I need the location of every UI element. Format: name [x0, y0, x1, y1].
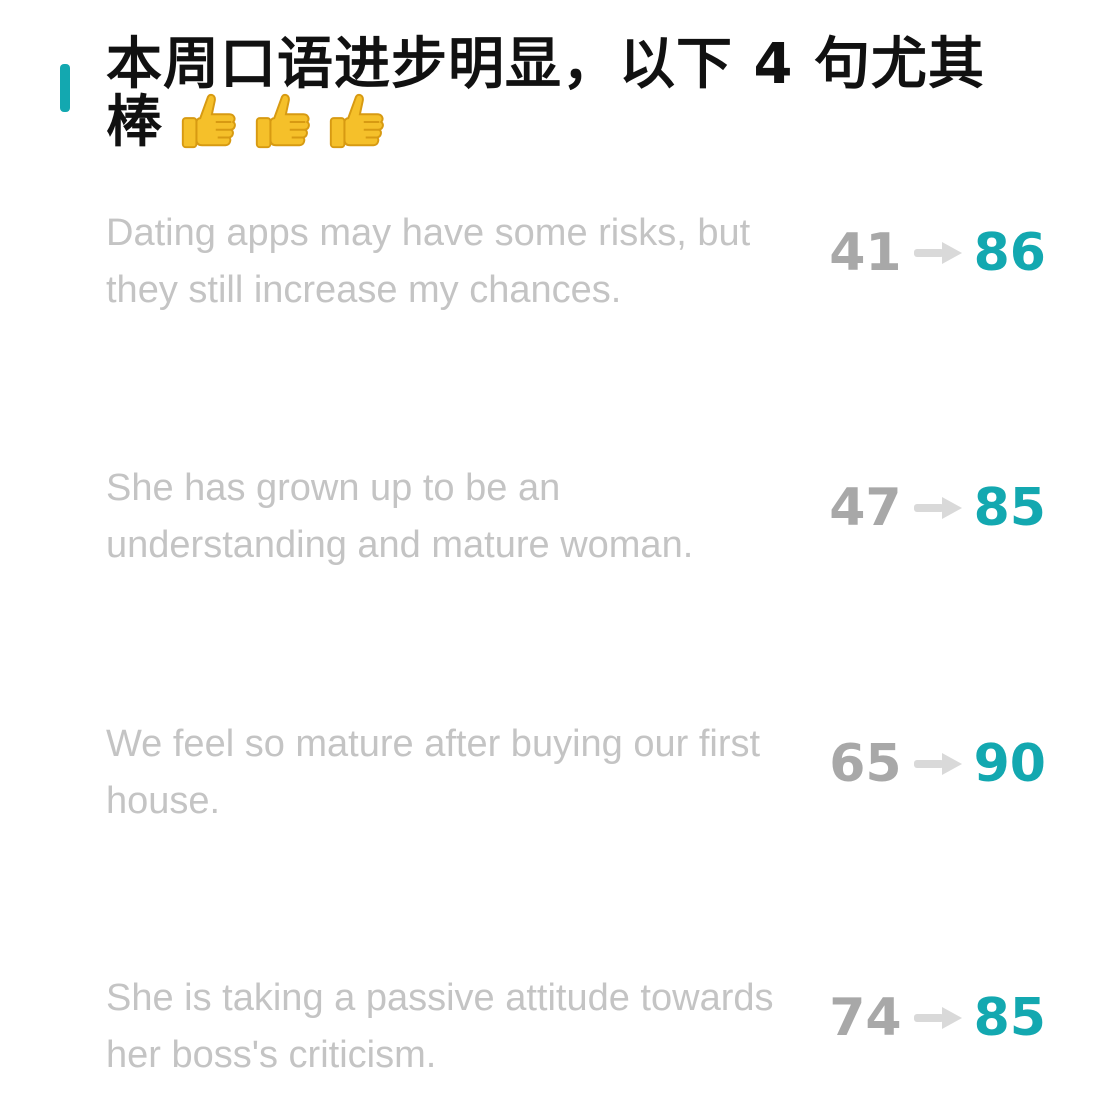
- sentence-text: We feel so mature after buying our first…: [106, 723, 761, 822]
- sentence-text: She is taking a passive attitude towards…: [106, 977, 774, 1076]
- arrow-right-icon: [913, 497, 962, 519]
- sentence-list: Dating apps may have some risks, but the…: [0, 0, 1100, 1102]
- old-score: 65: [829, 734, 902, 794]
- new-score: 90: [973, 734, 1046, 794]
- score-change: 74 85: [826, 988, 1046, 1048]
- new-score: 85: [973, 478, 1046, 538]
- score-change: 41 86: [826, 223, 1046, 283]
- sentence-text: Dating apps may have some risks, but the…: [106, 212, 751, 311]
- old-score: 47: [829, 478, 902, 538]
- old-score: 41: [829, 223, 902, 283]
- arrow-right-icon: [913, 1007, 962, 1029]
- new-score: 86: [973, 223, 1046, 283]
- score-change: 47 85: [826, 478, 1046, 538]
- sentence-row[interactable]: She has grown up to be an understanding …: [106, 460, 1046, 580]
- arrow-right-icon: [913, 753, 962, 775]
- sentence-text: She has grown up to be an understanding …: [106, 467, 694, 566]
- sentence-row[interactable]: She is taking a passive attitude towards…: [106, 970, 1046, 1090]
- sentence-row[interactable]: We feel so mature after buying our first…: [106, 716, 1046, 836]
- sentence-row[interactable]: Dating apps may have some risks, but the…: [106, 205, 1046, 325]
- score-change: 65 90: [826, 734, 1046, 794]
- new-score: 85: [973, 988, 1046, 1048]
- old-score: 74: [829, 988, 902, 1048]
- arrow-right-icon: [913, 242, 962, 264]
